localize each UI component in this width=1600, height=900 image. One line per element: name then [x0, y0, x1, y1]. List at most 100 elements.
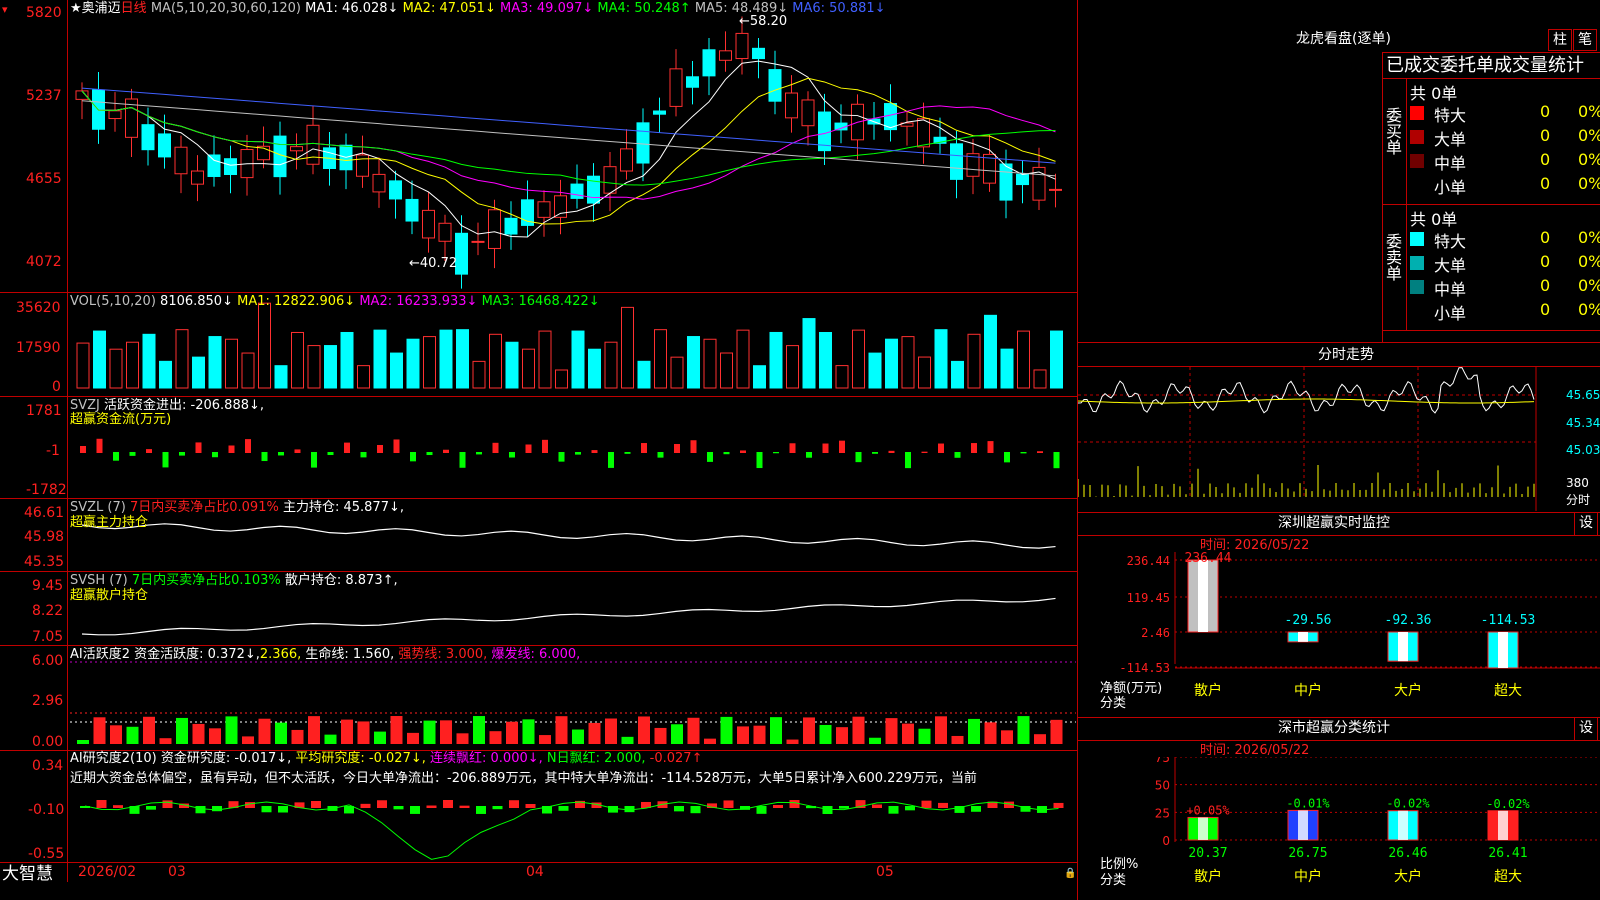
intraday-ytick: 45.34 — [1566, 416, 1600, 430]
cls-ytick: 0 — [1162, 834, 1170, 848]
flow-bar — [822, 443, 829, 453]
activity-bar — [341, 719, 353, 744]
sell-total: 共 0单 — [1410, 210, 1458, 229]
intraday-vol-tick: 380 — [1566, 476, 1589, 490]
volume-bar — [934, 329, 948, 389]
flow-bar — [212, 452, 218, 458]
flow-bar — [608, 452, 614, 468]
cls-title: 深市超赢分类统计 — [1278, 720, 1390, 736]
candle-body — [455, 232, 468, 275]
activity-bar — [687, 717, 700, 744]
ma-label: MA(5,10,20,30,60,120) — [150, 1, 301, 16]
research-bar — [921, 800, 932, 808]
volume-bar — [76, 342, 90, 389]
candle-body — [537, 201, 551, 218]
candle-body — [636, 122, 650, 164]
sz-ytick: 2.46 — [1141, 626, 1170, 640]
volume-bar — [918, 356, 931, 389]
bar-mode-button[interactable]: 柱 — [1548, 29, 1572, 51]
svzl-ytick: 45.98 — [24, 529, 65, 545]
flow-bar — [707, 452, 713, 462]
candle-body — [686, 76, 699, 88]
research-bar — [113, 805, 123, 808]
volume-bar — [571, 330, 585, 389]
sz-ytick: -114.53 — [1119, 661, 1170, 675]
ai1-t1: 资金活跃度: 0.372↓, — [134, 647, 260, 662]
activity-bar — [93, 717, 106, 744]
research-bar — [509, 800, 519, 808]
order-type: 特大 — [1434, 232, 1467, 251]
flow-bar — [96, 438, 103, 453]
kline-ytick: 5820 — [26, 5, 62, 21]
research-bar — [377, 800, 387, 808]
research-bar — [839, 806, 849, 809]
activity-bar — [407, 732, 419, 744]
flow-bar — [327, 452, 334, 456]
volume-bar — [522, 348, 535, 389]
order-color-swatch — [1410, 178, 1424, 192]
flow-bar — [1004, 452, 1010, 463]
candle-body — [752, 47, 765, 60]
ma-name-6: MA6: — [788, 1, 830, 16]
sz-ytick: 119.45 — [1127, 591, 1170, 605]
order-pct: 0% — [1578, 102, 1600, 121]
svzl-ytick: 45.35 — [24, 554, 65, 570]
flow-bar — [740, 450, 746, 453]
ma-value-1: 46.028↓ — [342, 1, 399, 16]
flow-bar — [888, 450, 895, 453]
order-pct: 0% — [1578, 126, 1600, 145]
svzl-header: SVZL (7) 7日内买卖净占比0.091% 主力持仓: 45.877↓, — [70, 500, 404, 515]
candle-body — [372, 173, 386, 193]
order-pct: 0% — [1578, 150, 1600, 169]
flow-bar — [245, 439, 251, 453]
activity-bar — [753, 725, 766, 744]
activity-bar — [1017, 716, 1030, 744]
menu-icon[interactable]: ▾ — [2, 2, 8, 17]
volume-bar — [621, 306, 634, 389]
star-icon[interactable]: ★ — [70, 1, 82, 16]
flow-bar — [575, 452, 581, 455]
activity-bar — [242, 736, 254, 744]
flow-bar — [971, 443, 977, 453]
order-color-swatch — [1410, 232, 1424, 246]
research-bar — [459, 805, 470, 808]
activity-bar — [143, 716, 155, 744]
flow-bar — [261, 452, 268, 462]
activity-bar — [456, 733, 469, 744]
tick-mode-button[interactable]: 笔 — [1573, 29, 1597, 51]
candle-body — [422, 209, 435, 239]
vol-label: VOL(5,10,20) — [70, 294, 156, 309]
activity-bar — [572, 729, 584, 744]
volume-bar — [258, 302, 271, 389]
vol-ytick: 17590 — [16, 340, 61, 356]
ai1-t5: 爆发线: 6.000, — [491, 647, 581, 662]
vol-header: VOL(5,10,20) 8106.850↓ MA1: 12822.906↓ M… — [70, 294, 600, 309]
activity-bar — [803, 717, 815, 744]
activity-bar — [440, 720, 452, 744]
volume-bar — [192, 356, 205, 389]
intraday-chart[interactable] — [1078, 367, 1600, 511]
ma-value-2: 47.051↓ — [439, 1, 496, 16]
svzl-ytick: 46.61 — [24, 505, 65, 521]
ai1-header: AI活跃度2 资金活跃度: 0.372↓,2.366, 生命线: 1.560, … — [70, 647, 580, 662]
flow-bar — [80, 446, 86, 453]
low-label: ←40.72 — [409, 256, 458, 271]
vol-ytick: 0 — [52, 379, 61, 395]
ai1-label: AI活跃度2 — [70, 647, 130, 662]
lock-icon[interactable]: 🔒 — [1064, 866, 1076, 881]
flow-bar — [179, 452, 185, 456]
cls-settings-button[interactable]: 设 — [1574, 717, 1598, 741]
brand-logo[interactable]: 大智慧 — [2, 864, 53, 884]
volume-bar — [654, 329, 667, 389]
order-type: 小单 — [1434, 304, 1467, 323]
sz-settings-button[interactable]: 设 — [1574, 512, 1598, 536]
flow-bar — [987, 441, 994, 453]
research-bar — [476, 806, 486, 814]
activity-bar — [935, 716, 947, 744]
cls-category: 散户 — [1194, 868, 1222, 885]
flow-bar — [938, 443, 944, 453]
volume-bar — [208, 336, 222, 389]
sz-bar-highlight — [1498, 632, 1508, 668]
period-label[interactable]: 日线 — [121, 1, 147, 16]
volume-bar — [93, 330, 106, 389]
